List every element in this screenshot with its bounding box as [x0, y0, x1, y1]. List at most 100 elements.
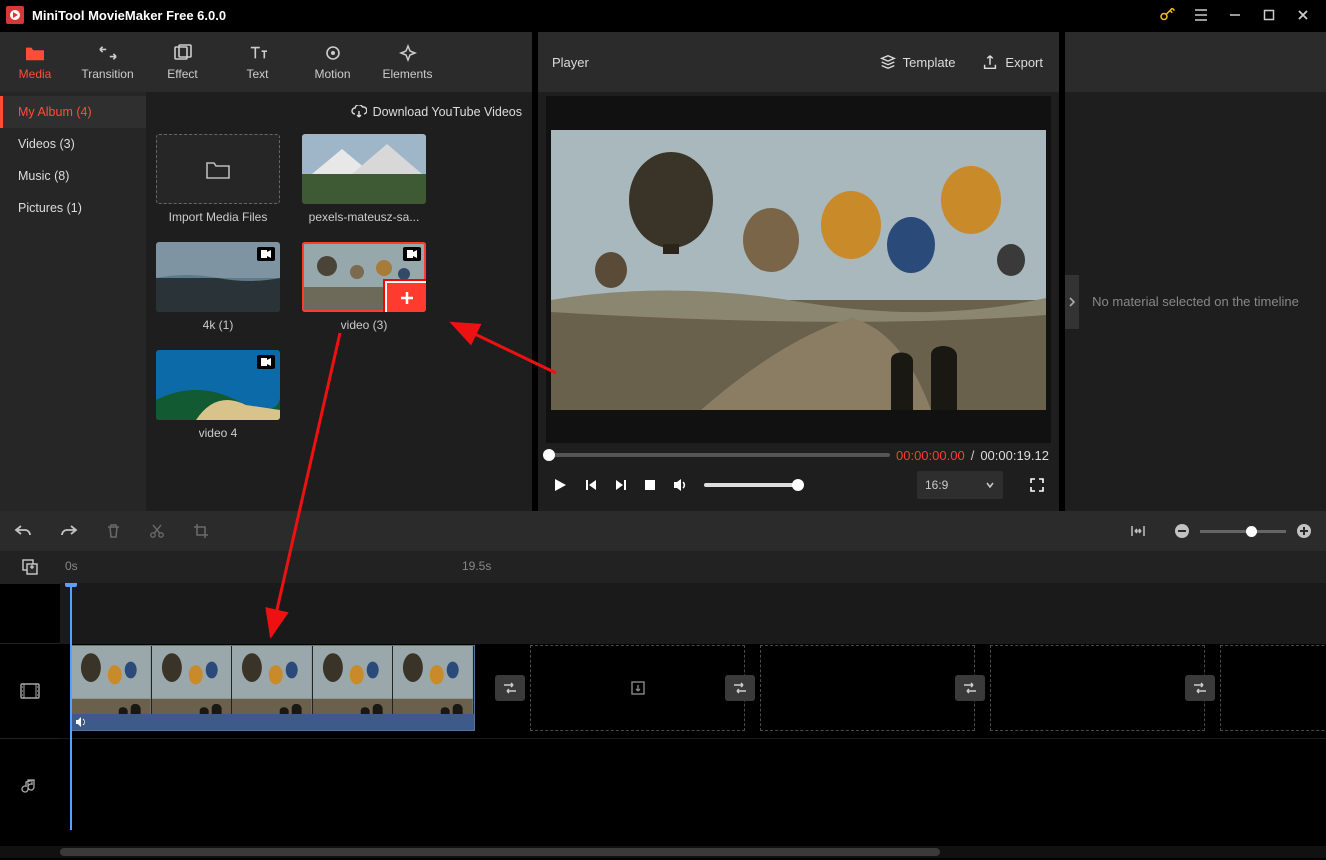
add-track-button[interactable]	[0, 551, 60, 583]
sidebar-item-label: Pictures (1)	[18, 201, 82, 215]
playhead[interactable]	[70, 583, 72, 830]
menu-icon[interactable]	[1184, 0, 1218, 30]
fit-timeline-button[interactable]	[1130, 523, 1146, 539]
media-item-label: pexels-mateusz-sa...	[309, 210, 420, 224]
template-button[interactable]: Template	[877, 47, 958, 77]
prev-frame-button[interactable]	[584, 478, 598, 492]
volume-slider[interactable]	[704, 483, 799, 487]
transition-slot-button[interactable]	[495, 675, 525, 701]
crop-button[interactable]	[193, 523, 209, 539]
import-media-card[interactable]: Import Media Files	[156, 134, 280, 224]
timeline-body[interactable]	[60, 583, 1326, 846]
sidebar-item-label: Music (8)	[18, 169, 69, 183]
clip-audio-strip	[71, 714, 474, 730]
sidebar-item-pictures[interactable]: Pictures (1)	[0, 192, 146, 224]
zoom-slider[interactable]	[1200, 530, 1286, 533]
download-youtube-link[interactable]: Download YouTube Videos	[156, 100, 522, 124]
undo-button[interactable]	[14, 523, 32, 539]
redo-button[interactable]	[60, 523, 78, 539]
tab-motion[interactable]: Motion	[295, 32, 370, 92]
folder-open-icon	[205, 158, 231, 180]
export-label: Export	[1005, 55, 1043, 70]
zoom-out-button[interactable]	[1174, 523, 1190, 539]
swap-icon	[732, 681, 748, 695]
transition-slot-button[interactable]	[1185, 675, 1215, 701]
video-badge-icon	[257, 355, 275, 369]
sidebar-item-label: Videos (3)	[18, 137, 75, 151]
transition-slot-button[interactable]	[725, 675, 755, 701]
timeline-dropzone[interactable]	[990, 645, 1205, 731]
tab-label: Elements	[382, 67, 432, 81]
media-item-selected[interactable]: video (3)	[302, 242, 426, 332]
video-badge-icon	[403, 247, 421, 261]
tab-transition[interactable]: Transition	[70, 32, 145, 92]
player-stage	[546, 96, 1051, 443]
track-icon-audio	[0, 738, 60, 833]
track-icon-video	[0, 643, 60, 738]
media-item-label: video 4	[199, 426, 238, 440]
tab-label: Effect	[167, 67, 197, 81]
drop-clip-icon	[629, 679, 647, 697]
split-button[interactable]	[149, 523, 165, 539]
sidebar-item-myalbum[interactable]: My Album (4)	[0, 96, 146, 128]
player-header: Player Template Export	[538, 32, 1059, 92]
media-item-label: video (3)	[341, 318, 388, 332]
media-item[interactable]: pexels-mateusz-sa...	[302, 134, 426, 224]
player-seekbar-row: 00:00:00.00 / 00:00:19.12	[546, 443, 1051, 467]
tab-elements[interactable]: Elements	[370, 32, 445, 92]
delete-button[interactable]	[106, 523, 121, 539]
tab-label: Text	[246, 67, 268, 81]
title-bar: MiniTool MovieMaker Free 6.0.0	[0, 0, 1326, 30]
plus-icon	[399, 290, 415, 306]
player-seekbar[interactable]	[548, 453, 890, 457]
player-video-frame	[551, 130, 1046, 410]
export-button[interactable]: Export	[979, 47, 1045, 77]
timeline-dropzone[interactable]	[1220, 645, 1326, 731]
minimize-button[interactable]	[1218, 0, 1252, 30]
thumbnail-image	[302, 134, 426, 204]
timeline-ruler[interactable]: 0s19.5s	[60, 551, 1326, 583]
timeline-clip[interactable]	[70, 645, 475, 731]
timeline-dropzone[interactable]	[530, 645, 745, 731]
track-icon-overlay	[0, 583, 60, 643]
aspect-ratio-value: 16:9	[925, 478, 948, 492]
swap-icon	[1192, 681, 1208, 695]
media-item[interactable]: 4k (1)	[156, 242, 280, 332]
add-to-timeline-button[interactable]	[385, 281, 426, 312]
zoom-in-button[interactable]	[1296, 523, 1312, 539]
media-sidebar: My Album (4) Videos (3) Music (8) Pictur…	[0, 92, 146, 511]
inspector-collapse-button[interactable]	[1065, 275, 1079, 329]
aspect-ratio-select[interactable]: 16:9	[917, 471, 1003, 499]
tab-media[interactable]: Media	[0, 32, 70, 92]
close-button[interactable]	[1286, 0, 1320, 30]
time-current: 00:00:00.00	[896, 448, 965, 463]
cloud-download-icon	[351, 105, 367, 119]
sidebar-item-label: My Album (4)	[18, 105, 92, 119]
upgrade-key-icon[interactable]	[1150, 0, 1184, 30]
timeline-scrollbar[interactable]	[0, 846, 1326, 858]
template-label: Template	[903, 55, 956, 70]
chevron-down-icon	[985, 480, 995, 490]
transition-slot-button[interactable]	[955, 675, 985, 701]
play-button[interactable]	[552, 477, 568, 493]
ruler-label: 0s	[65, 559, 78, 573]
inspector-header	[1065, 32, 1326, 92]
sidebar-item-music[interactable]: Music (8)	[0, 160, 146, 192]
media-item-label: 4k (1)	[203, 318, 234, 332]
sidebar-item-videos[interactable]: Videos (3)	[0, 128, 146, 160]
tab-label: Media	[19, 67, 52, 81]
media-item[interactable]: video 4	[156, 350, 280, 440]
next-frame-button[interactable]	[614, 478, 628, 492]
folder-icon	[24, 44, 46, 62]
fullscreen-button[interactable]	[1029, 477, 1045, 493]
tab-effect[interactable]: Effect	[145, 32, 220, 92]
video-badge-icon	[257, 247, 275, 261]
timeline-dropzone[interactable]	[760, 645, 975, 731]
maximize-button[interactable]	[1252, 0, 1286, 30]
tab-text[interactable]: Text	[220, 32, 295, 92]
transition-icon	[97, 44, 119, 62]
stop-button[interactable]	[644, 479, 656, 491]
player-controls: 16:9	[546, 467, 1051, 503]
volume-button[interactable]	[672, 477, 688, 493]
top-tabs: Media Transition Effect Text Motion Elem…	[0, 32, 532, 92]
